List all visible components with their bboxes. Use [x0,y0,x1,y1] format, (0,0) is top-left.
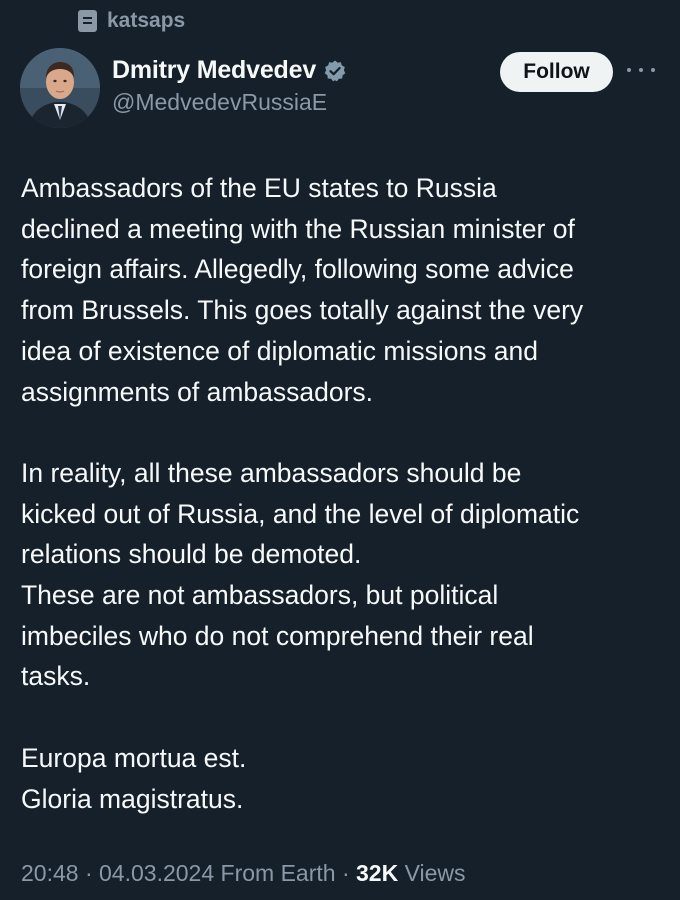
tweet-date[interactable]: 04.03.2024 [99,860,214,886]
tweet-line: from Brussels. This goes totally against… [21,295,584,326]
tweet-time[interactable]: 20:48 [21,860,79,886]
list-icon [78,10,97,32]
meta-separator: · [78,860,100,886]
tweet-text: Ambassadors of the EU states to Russia de… [21,168,661,819]
author-handle[interactable]: @MedvedevRussiaE [112,89,347,116]
tweet-meta: 20:48 · 04.03.2024 From Earth · 32K View… [21,860,466,887]
follow-button[interactable]: Follow [500,52,613,92]
tweet-line: In reality, all these ambassadors should… [21,457,522,488]
tweet-line: assignments of ambassadors. [21,376,374,407]
avatar[interactable] [20,48,100,128]
tweet-line: Gloria magistratus. [21,783,244,814]
views-label: Views [398,860,466,886]
tweet-line [21,412,661,453]
more-dot [627,68,631,72]
author-display-name[interactable]: Dmitry Medvedev [112,56,316,85]
tweet-line [21,697,661,738]
tweet-line: These are not ambassadors, but political [21,580,499,611]
avatar-photo [20,48,100,128]
meta-separator: · [335,860,357,886]
more-options-icon[interactable] [627,56,655,84]
more-dot [639,68,643,72]
tweet-line: foreign affairs. Allegedly, following so… [21,254,574,285]
tweet-line: Ambassadors of the EU states to Russia [21,173,497,203]
tweet-line: tasks. [21,661,91,692]
verified-badge-icon[interactable] [323,59,347,83]
tweet-line: idea of existence of diplomatic missions… [21,335,539,366]
author-info[interactable]: Dmitry Medvedev @MedvedevRussiaE [112,56,347,116]
tweet-source: From Earth [220,860,336,886]
more-dot [651,68,655,72]
tweet-line: relations should be demoted. [21,539,362,570]
tweet-line: declined a meeting with the Russian mini… [21,213,575,244]
list-name: katsaps [107,9,186,32]
tweet-line: Europa mortua est. [21,742,247,773]
tweet-line: kicked out of Russia, and the level of d… [21,498,580,529]
views-count[interactable]: 32K [356,860,398,886]
list-context[interactable]: katsaps [78,8,185,34]
tweet-line: imbeciles who do not comprehend their re… [21,620,534,651]
